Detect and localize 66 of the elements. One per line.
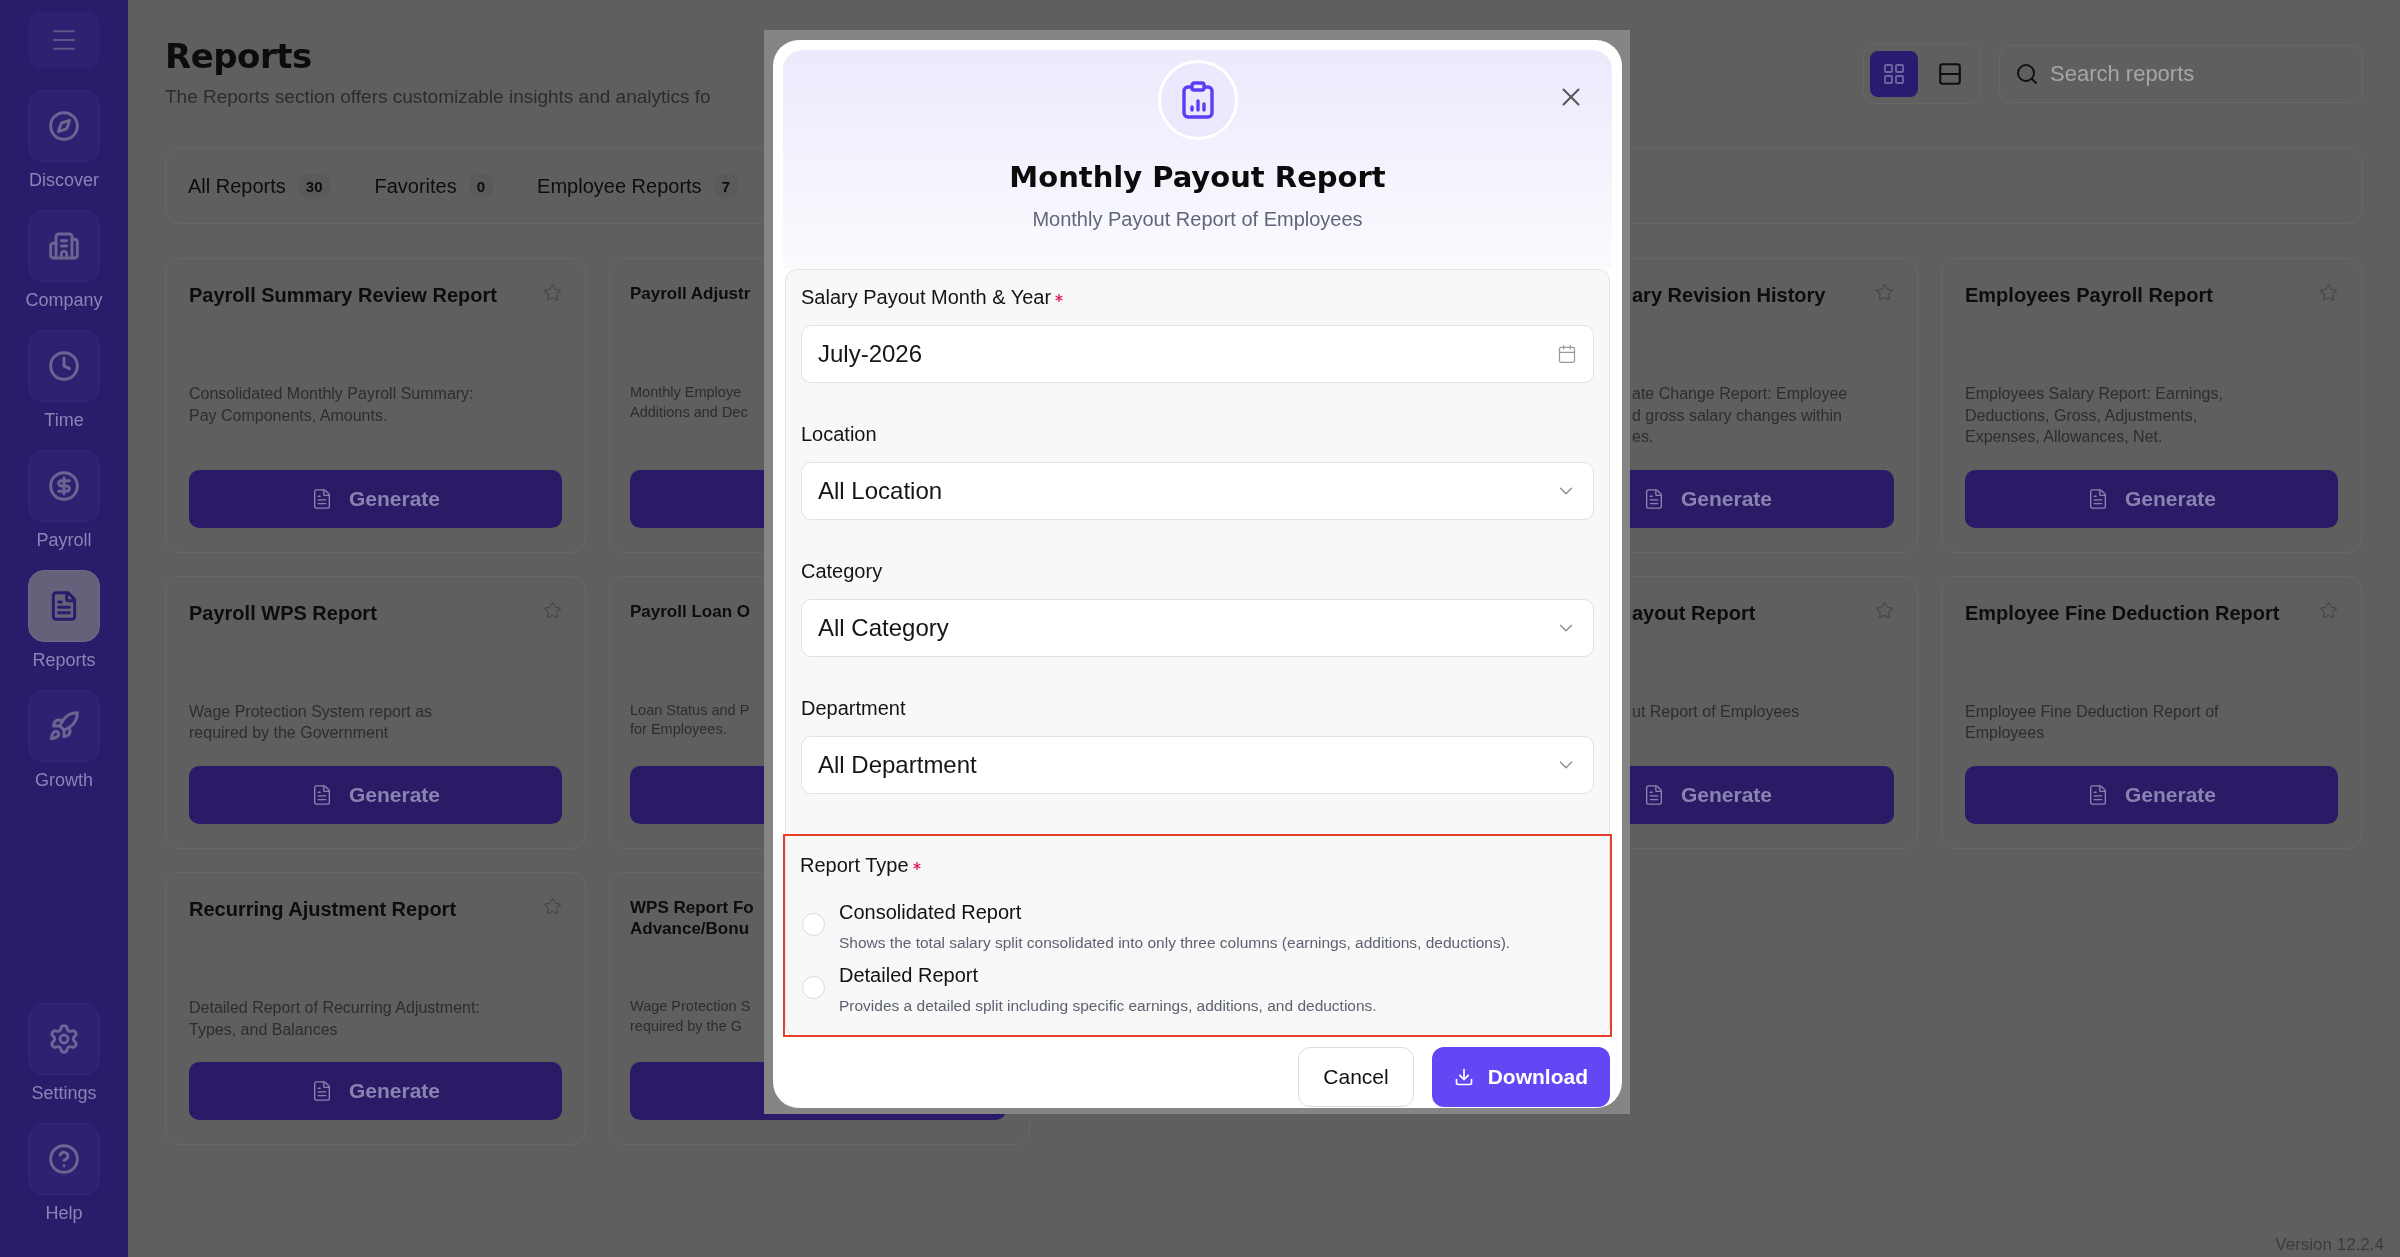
card-title: Payroll Summary Review Report bbox=[189, 283, 497, 308]
download-icon bbox=[1453, 1067, 1474, 1087]
generate-button[interactable]: Generate bbox=[189, 469, 562, 528]
field-label: Department bbox=[801, 697, 906, 720]
select-field[interactable]: All Department bbox=[801, 736, 1594, 794]
building-icon bbox=[48, 230, 80, 262]
option-description: Provides a detailed split including specific earnings, additions, and deductions. bbox=[839, 997, 1377, 1015]
generate-button[interactable]: Generate bbox=[1965, 765, 2338, 824]
field-label: Report Type bbox=[800, 854, 909, 877]
help-icon bbox=[48, 1143, 80, 1175]
star-icon[interactable] bbox=[543, 896, 562, 916]
option-description: Shows the total salary split consolidated into only three columns (earnings, additions, deductions). bbox=[839, 934, 1511, 952]
clock-icon bbox=[48, 350, 80, 382]
option-title: Consolidated Report bbox=[839, 901, 1023, 924]
required-asterisk-icon bbox=[912, 862, 921, 870]
count-badge: 7 bbox=[713, 173, 738, 199]
calendar-icon bbox=[1557, 344, 1577, 364]
required-asterisk-icon bbox=[1055, 294, 1064, 302]
modal-subtitle: Monthly Payout Report of Employees bbox=[1032, 208, 1363, 231]
card-title: Payroll Loan O bbox=[630, 600, 750, 623]
menu-button[interactable] bbox=[28, 12, 100, 68]
card-title: ayout Report bbox=[1632, 600, 1756, 626]
rows-icon bbox=[1937, 61, 1963, 87]
tab[interactable]: Employee Reports 7 bbox=[537, 173, 738, 199]
field-label: Location bbox=[801, 423, 877, 446]
modal-title: Monthly Payout Report bbox=[1009, 160, 1386, 194]
clipboard-chart-icon bbox=[1180, 81, 1215, 119]
star-icon[interactable] bbox=[2319, 283, 2338, 302]
star-icon[interactable] bbox=[543, 283, 562, 302]
card-title: Recurring Ajustment Report bbox=[189, 896, 457, 922]
compass-icon bbox=[48, 110, 80, 142]
star-icon[interactable] bbox=[1875, 283, 1894, 302]
dollar-icon bbox=[48, 470, 80, 502]
tab[interactable]: All Reports 30 bbox=[188, 173, 331, 199]
count-badge: 0 bbox=[468, 173, 494, 199]
star-icon[interactable] bbox=[2319, 600, 2338, 620]
rocket-icon bbox=[48, 710, 80, 742]
card-title: Payroll Adjustr bbox=[630, 283, 751, 305]
generate-button[interactable]: Generate bbox=[189, 1062, 562, 1121]
card-title: ary Revision History bbox=[1632, 283, 1826, 308]
grid-view-button[interactable] bbox=[1870, 51, 1918, 97]
date-field[interactable]: July-2026 bbox=[801, 325, 1594, 383]
count-badge: 30 bbox=[297, 173, 331, 199]
search-icon bbox=[2015, 62, 2039, 86]
select-field[interactable]: All Location bbox=[801, 462, 1594, 520]
card-title: Employees Payroll Report bbox=[1965, 283, 2213, 308]
card-title: Employee Fine Deduction Report bbox=[1965, 600, 2280, 626]
star-icon[interactable] bbox=[543, 600, 562, 620]
generate-button[interactable]: Generate bbox=[1965, 469, 2338, 528]
search-field[interactable]: Search reports bbox=[1999, 45, 2363, 103]
option-title: Detailed Report bbox=[839, 964, 979, 987]
page-title: Reports bbox=[165, 36, 313, 76]
field-label: Category bbox=[801, 560, 883, 583]
grid-icon bbox=[1882, 62, 1906, 86]
field-label: Salary Payout Month & Year bbox=[801, 286, 1052, 309]
settings-icon bbox=[48, 1023, 80, 1055]
generate-button[interactable]: Generate bbox=[189, 765, 562, 824]
star-icon[interactable] bbox=[1875, 600, 1894, 620]
tab[interactable]: Favorites 0 bbox=[374, 173, 494, 199]
select-field[interactable]: All Category bbox=[801, 599, 1594, 657]
card-title: Payroll WPS Report bbox=[189, 600, 377, 626]
radio-button[interactable] bbox=[802, 913, 825, 936]
cancel-button[interactable]: Cancel bbox=[1298, 1047, 1414, 1107]
radio-button[interactable] bbox=[802, 976, 825, 999]
download-button[interactable]: Download bbox=[1431, 1047, 1610, 1107]
card-title: WPS Report Fo Advance/Bonu bbox=[630, 896, 754, 940]
